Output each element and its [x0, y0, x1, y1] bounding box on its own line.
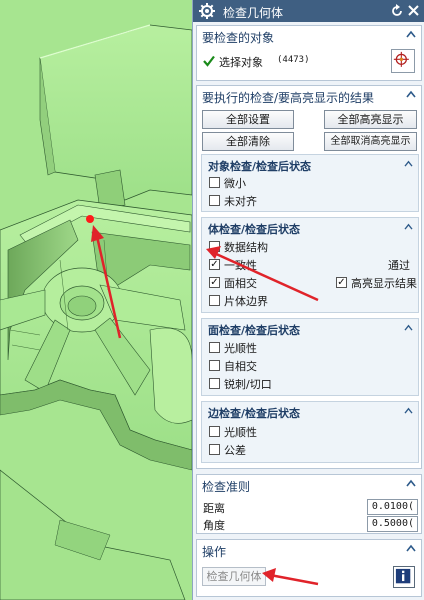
collapse-icon[interactable] — [406, 90, 416, 98]
collapse-icon[interactable] — [406, 479, 416, 487]
consistency-result: 通过 — [388, 259, 410, 272]
collapse-icon[interactable] — [404, 223, 413, 230]
select-objects-label: 选择对象 — [219, 56, 263, 69]
distance-input[interactable]: 0.0100( — [367, 499, 418, 515]
tolerance-label: 公差 — [224, 444, 246, 457]
group-title: 对象检查/检查后状态 — [208, 160, 312, 173]
face-intersection-checkbox[interactable]: ✓ — [209, 277, 220, 288]
edge-smoothness-label: 光顺性 — [224, 426, 257, 439]
group-title: 面检查/检查后状态 — [208, 324, 301, 337]
section-title: 要检查的对象 — [202, 31, 275, 45]
operations-section: 操作 检查几何体 — [196, 539, 422, 597]
info-button[interactable] — [393, 566, 415, 588]
collapse-icon[interactable] — [404, 160, 413, 167]
spikes-cuts-checkbox[interactable] — [209, 378, 220, 389]
face-smoothness-checkbox[interactable] — [209, 342, 220, 353]
misaligned-checkbox[interactable] — [209, 195, 220, 206]
check-geometry-dialog: 检查几何体 要检查的对象 选择对象 (4473) 要执行的检查/要高亮显示的结果 — [192, 0, 424, 600]
highlight-results-label: 高亮显示结果 — [351, 277, 417, 290]
checks-section: 要执行的检查/要高亮显示的结果 全部设置 全部高亮显示 全部清除 全部取消高亮显… — [196, 85, 422, 469]
unhighlight-all-button[interactable]: 全部取消高亮显示 — [324, 132, 417, 151]
group-title: 边检查/检查后状态 — [208, 407, 301, 420]
graphics-viewport[interactable] — [0, 0, 192, 600]
data-structure-label: 数据结构 — [224, 241, 268, 254]
distance-label: 距离 — [203, 502, 225, 515]
face-intersection-label: 面相交 — [224, 277, 257, 290]
tolerance-checkbox[interactable] — [209, 444, 220, 455]
criteria-section: 检查准则 距离 0.0100( 角度 0.5000( — [196, 474, 422, 534]
sheet-boundary-checkbox[interactable] — [209, 295, 220, 306]
section-title: 要执行的检查/要高亮显示的结果 — [202, 91, 375, 105]
consistency-checkbox[interactable]: ✓ — [209, 259, 220, 270]
select-object-button[interactable] — [391, 49, 415, 73]
set-all-button[interactable]: 全部设置 — [202, 110, 294, 129]
gear-icon[interactable] — [199, 3, 215, 19]
object-count: (4473) — [277, 55, 310, 65]
angle-label: 角度 — [203, 519, 225, 532]
highlight-all-button[interactable]: 全部高亮显示 — [324, 110, 417, 129]
tiny-label: 微小 — [224, 177, 246, 190]
misaligned-label: 未对齐 — [224, 195, 257, 208]
info-icon — [395, 568, 411, 584]
highlight-results-checkbox[interactable]: ✓ — [336, 277, 347, 288]
collapse-icon[interactable] — [406, 30, 416, 38]
tiny-checkbox[interactable] — [209, 177, 220, 188]
object-checks-group: 对象检查/检查后状态 微小 未对齐 — [201, 154, 419, 212]
edge-checks-group: 边检查/检查后状态 光顺性 公差 — [201, 401, 419, 463]
collapse-icon[interactable] — [406, 544, 416, 552]
edge-smoothness-checkbox[interactable] — [209, 426, 220, 437]
check-geometry-button[interactable]: 检查几何体 — [202, 567, 266, 586]
face-checks-group: 面检查/检查后状态 光顺性 自相交 锐刺/切口 — [201, 318, 419, 396]
group-title: 体检查/检查后状态 — [208, 223, 301, 236]
face-smoothness-label: 光顺性 — [224, 342, 257, 355]
spikes-cuts-label: 锐刺/切口 — [224, 378, 272, 391]
self-intersection-checkbox[interactable] — [209, 360, 220, 371]
section-title: 操作 — [202, 545, 227, 559]
self-intersection-label: 自相交 — [224, 360, 257, 373]
angle-input[interactable]: 0.5000( — [367, 516, 418, 532]
close-icon[interactable] — [407, 4, 420, 17]
objects-section: 要检查的对象 选择对象 (4473) — [196, 25, 422, 81]
dialog-titlebar: 检查几何体 — [193, 0, 424, 22]
data-structure-checkbox[interactable] — [209, 241, 220, 252]
section-title: 检查准则 — [202, 480, 251, 494]
clear-all-button[interactable]: 全部清除 — [202, 132, 294, 151]
model-geometry — [0, 0, 192, 600]
checkmark-icon — [203, 55, 215, 67]
dialog-title: 检查几何体 — [223, 6, 284, 20]
collapse-icon[interactable] — [404, 324, 413, 331]
body-checks-group: 体检查/检查后状态 数据结构 ✓ 一致性 通过 ✓ 面相交 ✓ 高亮显示结果 片… — [201, 217, 419, 313]
reset-icon[interactable] — [390, 4, 404, 18]
crosshair-icon — [393, 51, 409, 67]
sheet-boundary-label: 片体边界 — [224, 295, 268, 308]
consistency-label: 一致性 — [224, 259, 257, 272]
collapse-icon[interactable] — [404, 407, 413, 414]
